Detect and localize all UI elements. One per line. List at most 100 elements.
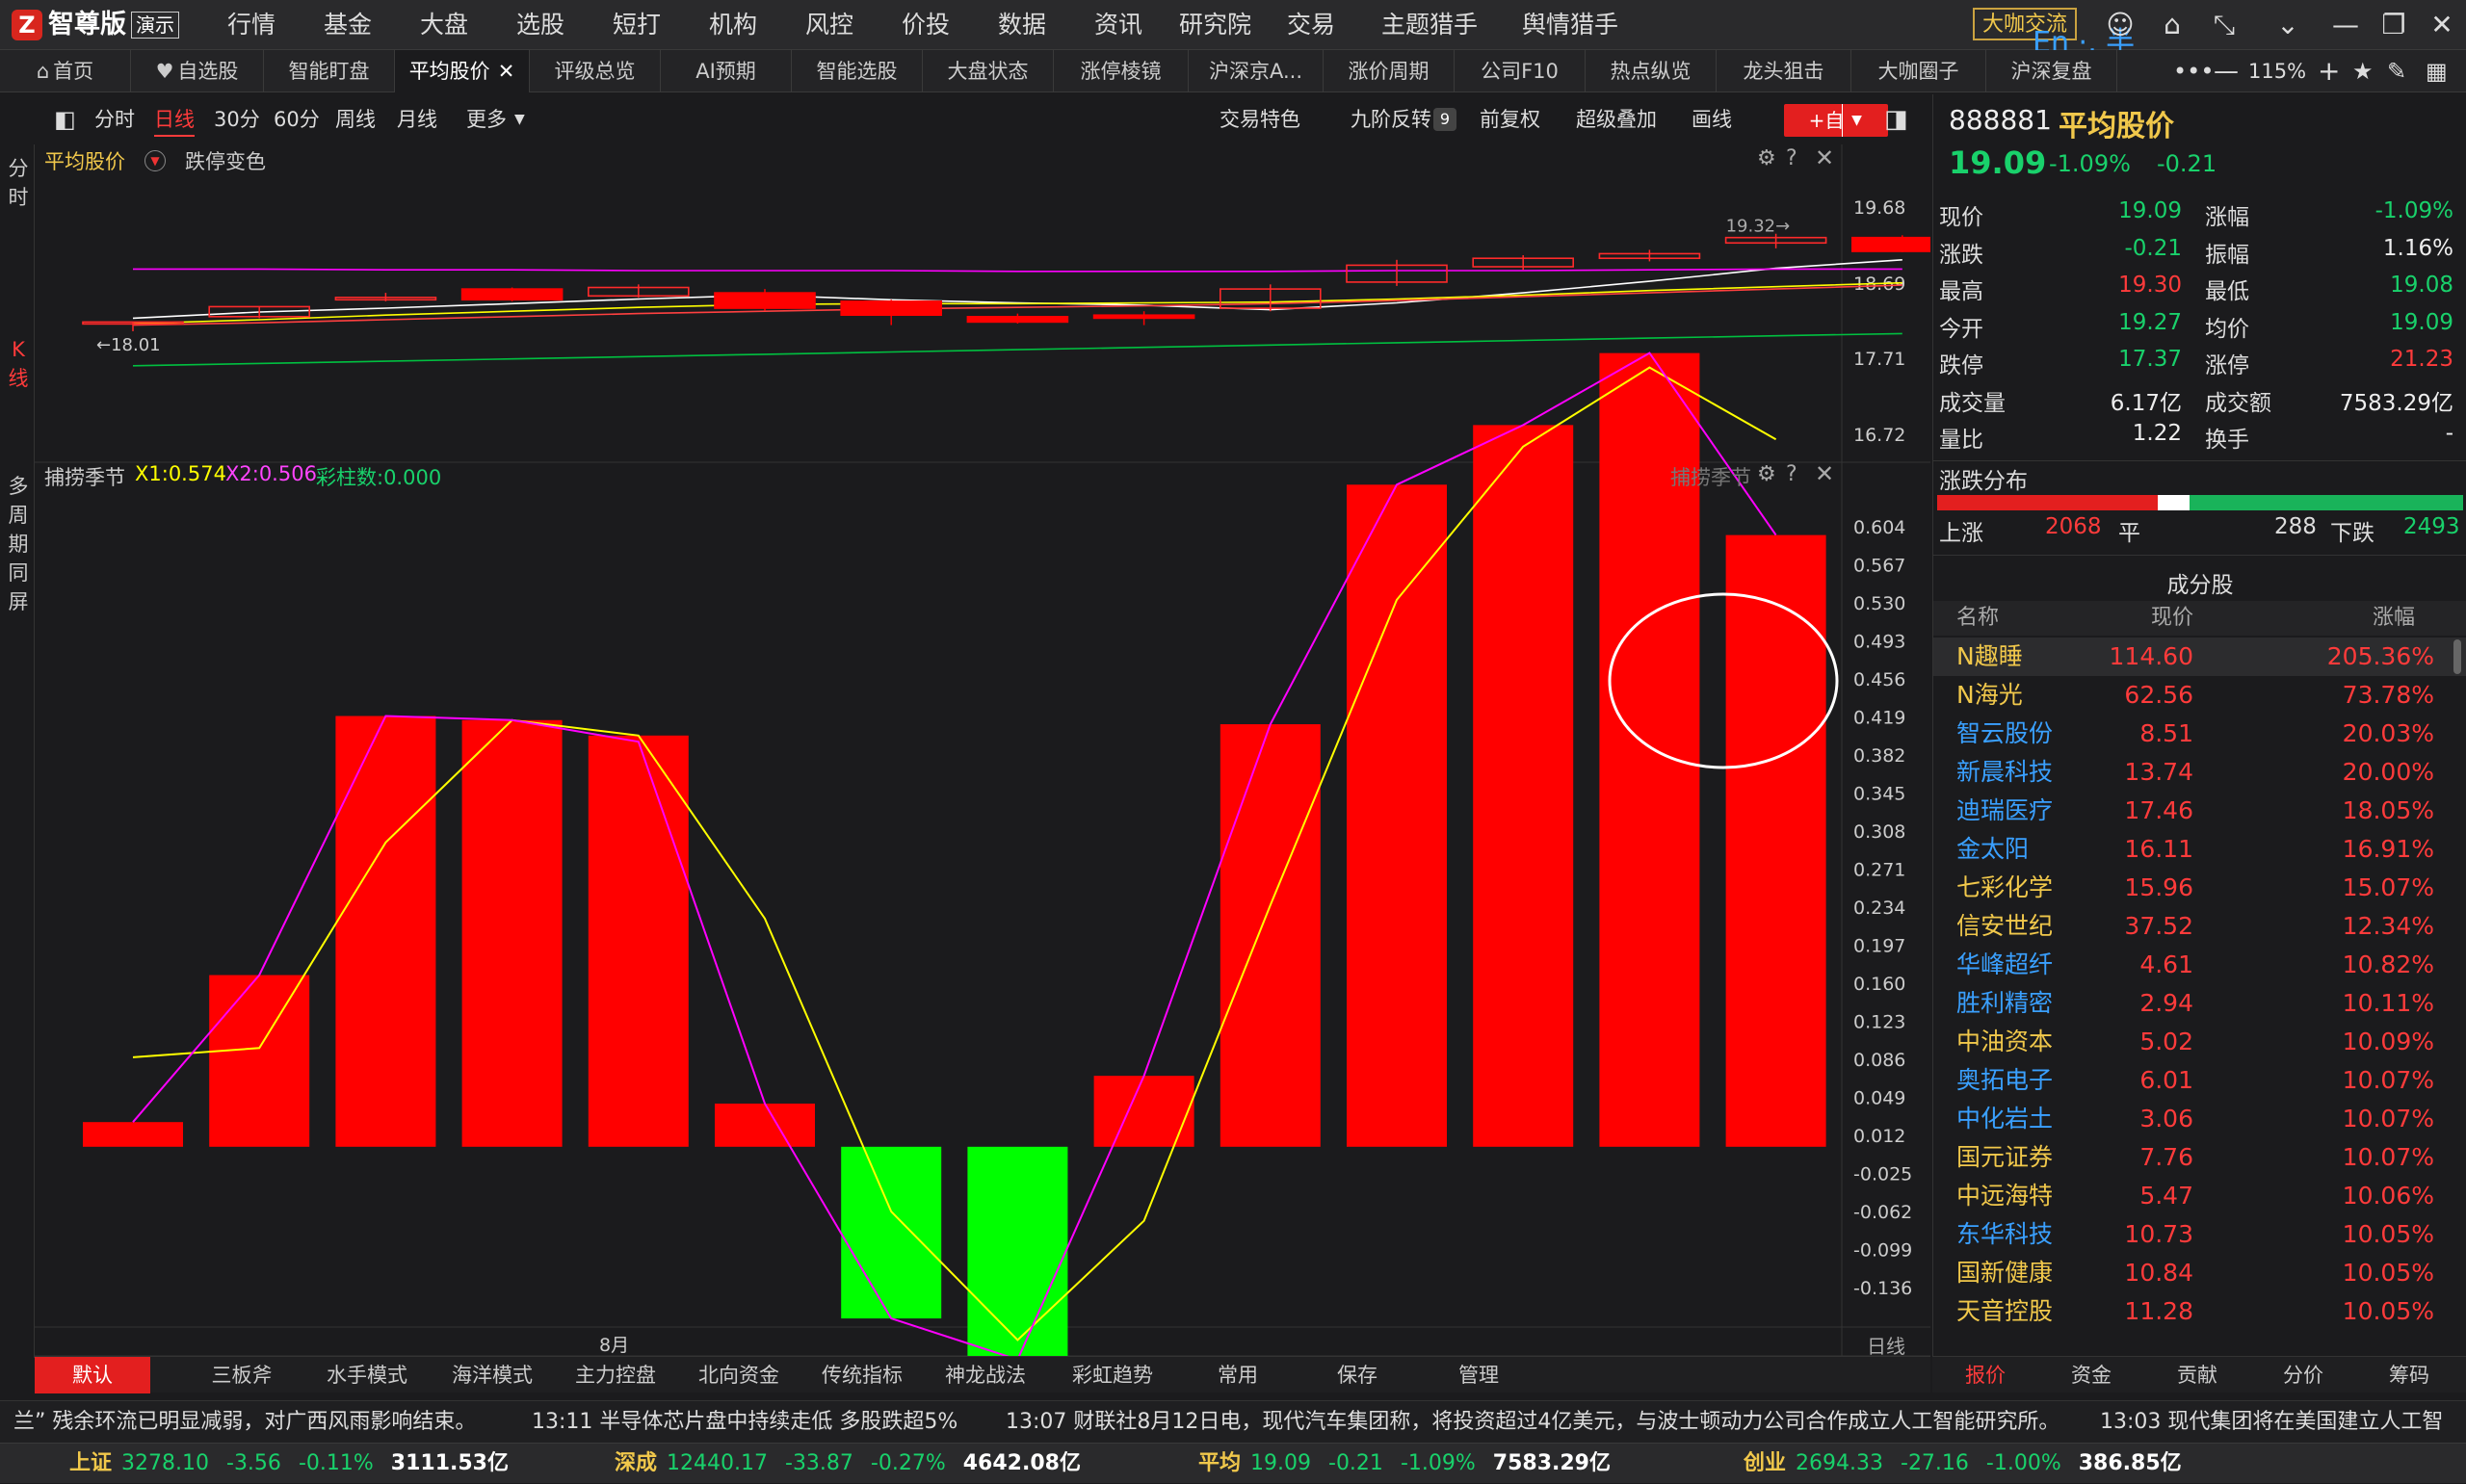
- index-item[interactable]: 上证 3278.10 -3.56 -0.11% 3111.53亿: [69, 1444, 509, 1484]
- list-item[interactable]: 东华科技 10.73 10.05%: [1933, 1215, 2466, 1254]
- period-3[interactable]: 60分: [274, 94, 320, 144]
- menu-item[interactable]: 机构: [709, 0, 757, 50]
- menu-item[interactable]: 行情: [227, 0, 275, 50]
- add-favorite-button[interactable]: +自选: [1784, 104, 1888, 137]
- panel-toggle-icon[interactable]: ◨: [1884, 94, 1908, 144]
- close-icon[interactable]: ✕: [2418, 0, 2466, 50]
- quote-tab-3[interactable]: 分价: [2250, 1357, 2356, 1393]
- menu-item[interactable]: 风控: [805, 0, 853, 50]
- indicator-tab-6[interactable]: 传统指标: [805, 1357, 919, 1393]
- dropdown-icon[interactable]: ▼: [144, 150, 166, 171]
- indicator-tab-7[interactable]: 神龙战法: [929, 1357, 1042, 1393]
- tab-7[interactable]: 大盘状态: [923, 50, 1054, 92]
- list-item[interactable]: 华峰超纤 4.61 10.82%: [1933, 946, 2466, 984]
- user-icon[interactable]: ☺: [2096, 0, 2144, 50]
- help-icon[interactable]: ?: [1786, 462, 1797, 486]
- list-item[interactable]: 中远海特 5.47 10.06%: [1933, 1177, 2466, 1215]
- help-icon[interactable]: ?: [1786, 146, 1797, 170]
- more-tabs-icon[interactable]: •••: [2173, 50, 2214, 92]
- tool-3[interactable]: 超级叠加: [1576, 94, 1657, 144]
- chevron-down-icon[interactable]: ⌄: [2264, 0, 2312, 50]
- list-item[interactable]: 天音控股 11.28 10.05%: [1933, 1292, 2466, 1331]
- list-item[interactable]: 中化岩土 3.06 10.07%: [1933, 1100, 2466, 1138]
- rail-fenshi[interactable]: 分时: [6, 154, 31, 212]
- tab-14[interactable]: 大咖圈子: [1851, 50, 1986, 92]
- quote-tab-4[interactable]: 筹码: [2356, 1357, 2462, 1393]
- news-item[interactable]: 兰” 残余环流已明显减弱，对广西风雨影响结束。: [13, 1401, 476, 1444]
- tab-4[interactable]: 评级总览: [530, 50, 661, 92]
- indicator-tab-5[interactable]: 北向资金: [682, 1357, 796, 1393]
- star-icon[interactable]: ★: [2352, 50, 2374, 92]
- list-item[interactable]: N海光 62.56 73.78%: [1933, 676, 2466, 715]
- menu-item[interactable]: 价投: [902, 0, 950, 50]
- indicator-tab-3[interactable]: 海洋模式: [435, 1357, 549, 1393]
- add-favorite-dropdown-icon[interactable]: ▼: [1842, 104, 1871, 137]
- indicator-tab-0[interactable]: 默认: [35, 1357, 150, 1393]
- list-item[interactable]: 新晨科技 13.74 20.00%: [1933, 753, 2466, 792]
- zoom-out-icon[interactable]: —: [2214, 50, 2239, 92]
- shrink-icon[interactable]: ⤡: [2200, 0, 2248, 50]
- tab-1[interactable]: ♥ 自选股: [131, 50, 264, 92]
- menu-item[interactable]: 短打: [613, 0, 661, 50]
- list-item[interactable]: 胜利精密 2.94 10.11%: [1933, 984, 2466, 1023]
- rail-kline[interactable]: K线: [6, 335, 31, 393]
- tab-3[interactable]: 平均股价 ✕: [395, 50, 530, 92]
- indicator-tab-10[interactable]: 保存: [1300, 1357, 1414, 1393]
- restore-icon[interactable]: ❐: [2370, 0, 2418, 50]
- zoom-in-icon[interactable]: +: [2318, 50, 2340, 92]
- list-item[interactable]: 七彩化学 15.96 15.07%: [1933, 869, 2466, 907]
- tool-4[interactable]: 画线: [1692, 94, 1732, 144]
- indicator-tab-2[interactable]: 水手模式: [310, 1357, 424, 1393]
- list-item[interactable]: 金太阳 16.11 16.91%: [1933, 830, 2466, 869]
- index-item[interactable]: 创业 2694.33 -27.16 -1.00% 386.85亿: [1744, 1444, 2182, 1484]
- tab-8[interactable]: 涨停棱镜: [1054, 50, 1189, 92]
- quote-tab-2[interactable]: 贡献: [2144, 1357, 2250, 1393]
- close-tab-icon[interactable]: ✕: [498, 60, 515, 83]
- home-outline-icon[interactable]: ⌂: [2148, 0, 2196, 50]
- period-2[interactable]: 30分: [214, 94, 260, 144]
- tab-6[interactable]: 智能选股: [792, 50, 923, 92]
- quote-tab-1[interactable]: 资金: [2038, 1357, 2144, 1393]
- period-4[interactable]: 周线: [335, 94, 376, 144]
- minimize-icon[interactable]: —: [2322, 0, 2370, 50]
- list-item[interactable]: 智云股份 8.51 20.03%: [1933, 715, 2466, 753]
- tab-12[interactable]: 热点纵览: [1586, 50, 1717, 92]
- list-item[interactable]: 奥拓电子 6.01 10.07%: [1933, 1061, 2466, 1100]
- quote-tab-0[interactable]: 报价: [1932, 1357, 2038, 1393]
- tool-1[interactable]: 九阶反转: [1351, 94, 1431, 144]
- settings-icon[interactable]: ⚙: [1757, 146, 1776, 170]
- chart-canvas[interactable]: 19.6818.6917.7116.7219.32→←18.010.6040.5…: [35, 144, 1954, 1362]
- rail-multi-period[interactable]: 多周期同屏: [6, 472, 31, 616]
- list-item[interactable]: 信安世纪 37.52 12.34%: [1933, 907, 2466, 946]
- limit-down-color-option[interactable]: 跌停变色: [185, 146, 266, 175]
- period-0[interactable]: 分时: [94, 94, 135, 144]
- grid-icon[interactable]: ▦: [2426, 50, 2448, 92]
- list-item[interactable]: 国新健康 10.84 10.05%: [1933, 1254, 2466, 1292]
- layout-toggle-icon[interactable]: ◧: [54, 94, 76, 144]
- close-panel-icon[interactable]: ✕: [1815, 144, 1834, 171]
- tab-9[interactable]: 沪深京A...: [1189, 50, 1324, 92]
- index-item[interactable]: 深成 12440.17 -33.87 -0.27% 4642.08亿: [615, 1444, 1081, 1484]
- tab-15[interactable]: 沪深复盘: [1986, 50, 2117, 92]
- index-item[interactable]: 平均 19.09 -0.21 -1.09% 7583.29亿: [1198, 1444, 1611, 1484]
- close-panel-icon[interactable]: ✕: [1815, 460, 1834, 487]
- period-6[interactable]: 更多: [466, 94, 507, 144]
- chevron-down-icon[interactable]: ▼: [514, 94, 525, 144]
- menu-item[interactable]: 大盘: [420, 0, 468, 50]
- period-1[interactable]: 日线: [154, 94, 195, 137]
- menu-item[interactable]: 交易: [1287, 0, 1335, 50]
- list-item[interactable]: 中油资本 5.02 10.09%: [1933, 1023, 2466, 1061]
- list-item[interactable]: 国元证券 7.76 10.07%: [1933, 1138, 2466, 1177]
- tab-10[interactable]: 涨价周期: [1324, 50, 1455, 92]
- indicator-tab-11[interactable]: 管理: [1422, 1357, 1535, 1393]
- period-5[interactable]: 月线: [397, 94, 437, 144]
- tab-11[interactable]: 公司F10: [1455, 50, 1586, 92]
- pen-icon[interactable]: ✎: [2387, 50, 2406, 92]
- tool-2[interactable]: 前复权: [1480, 94, 1540, 144]
- menu-item[interactable]: 选股: [516, 0, 564, 50]
- menu-item[interactable]: 资讯: [1094, 0, 1142, 50]
- indicator-tab-8[interactable]: 彩虹趋势: [1056, 1357, 1169, 1393]
- tab-5[interactable]: AI预期: [661, 50, 792, 92]
- tab-13[interactable]: 龙头狙击: [1717, 50, 1851, 92]
- news-item[interactable]: 13:07 财联社8月12日电，现代汽车集团称，将投资超过4亿美元，与波士顿动力…: [1006, 1401, 2059, 1444]
